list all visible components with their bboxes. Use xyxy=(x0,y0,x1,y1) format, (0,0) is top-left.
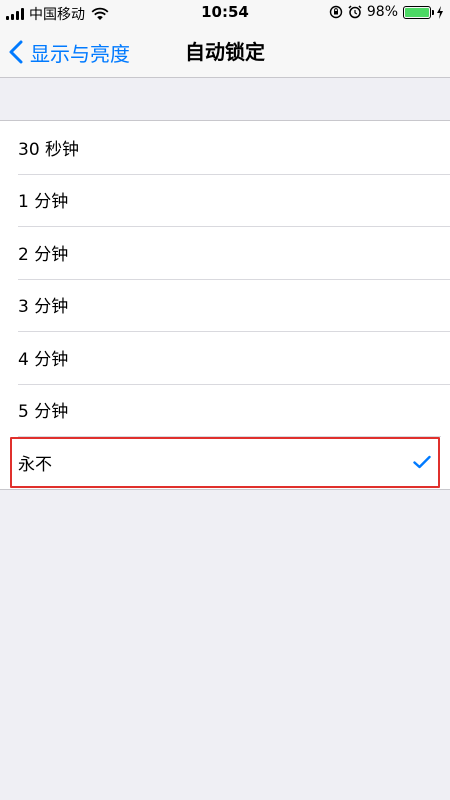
charging-icon xyxy=(437,5,443,19)
option-never[interactable]: 永不 xyxy=(9,436,441,489)
status-right: 98% xyxy=(329,4,444,20)
option-1-minute[interactable]: 1 分钟 xyxy=(0,173,450,227)
option-5-minutes[interactable]: 5 分钟 xyxy=(0,383,450,437)
alarm-icon xyxy=(348,5,362,19)
back-button[interactable]: 显示与亮度 xyxy=(8,26,130,78)
option-label: 30 秒钟 xyxy=(18,139,80,160)
option-label: 5 分钟 xyxy=(18,402,69,423)
option-label: 4 分钟 xyxy=(18,349,69,370)
chevron-left-icon xyxy=(9,40,23,64)
back-label: 显示与亮度 xyxy=(30,41,130,66)
nav-bar: 自动锁定 显示与亮度 xyxy=(0,26,450,78)
status-bar: 中国移动 10:54 98% xyxy=(0,0,450,26)
option-4-minutes[interactable]: 4 分钟 xyxy=(0,331,450,384)
option-label: 2 分钟 xyxy=(18,244,69,265)
battery-percent: 98% xyxy=(366,4,398,20)
option-2-minutes[interactable]: 2 分钟 xyxy=(0,226,450,279)
option-3-minutes[interactable]: 3 分钟 xyxy=(0,278,450,332)
option-label: 永不 xyxy=(18,454,52,475)
option-30-seconds[interactable]: 30 秒钟 xyxy=(0,121,450,174)
option-label: 1 分钟 xyxy=(18,192,69,213)
battery-icon xyxy=(403,5,434,19)
rotation-lock-icon xyxy=(329,5,343,19)
auto-lock-options-list: 30 秒钟 1 分钟 2 分钟 3 分钟 4 分钟 5 分钟 永不 xyxy=(0,120,450,490)
option-label: 3 分钟 xyxy=(18,297,69,318)
checkmark-icon xyxy=(413,456,431,469)
